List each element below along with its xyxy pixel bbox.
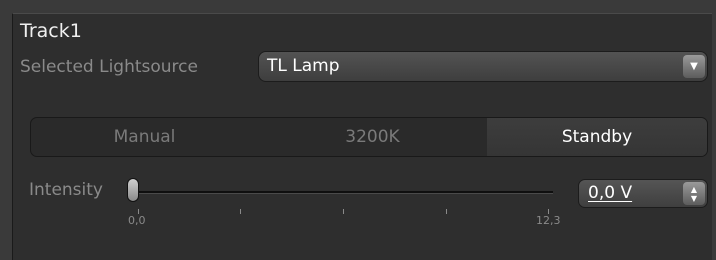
slider-min-label: 0,0 [128,214,146,227]
slider-tick [446,209,447,214]
lightsource-dropdown[interactable]: TL Lamp ▼ [258,51,708,82]
intensity-slider-thumb[interactable] [127,178,139,202]
slider-max-label: 12,3 [536,214,561,227]
mode-3200k-button[interactable]: 3200K [258,118,487,156]
mode-segmented-control: Manual 3200K Standby [30,117,708,157]
intensity-value[interactable]: 0,0 V [588,183,632,203]
intensity-label: Intensity [29,180,103,200]
intensity-slider-track[interactable] [135,191,553,194]
lightsource-value: TL Lamp [267,56,340,76]
lightsource-label: Selected Lightsource [20,57,198,77]
mode-standby-button[interactable]: Standby [487,118,707,156]
intensity-spinbox[interactable]: 0,0 V ▲ ▼ [578,179,708,208]
spinner-arrows-icon[interactable]: ▲ ▼ [683,182,705,205]
chevron-down-icon[interactable]: ▼ [683,55,705,78]
track-title: Track1 [20,20,82,42]
mode-manual-button[interactable]: Manual [31,118,258,156]
slider-tick [240,209,241,214]
slider-tick [343,209,344,214]
